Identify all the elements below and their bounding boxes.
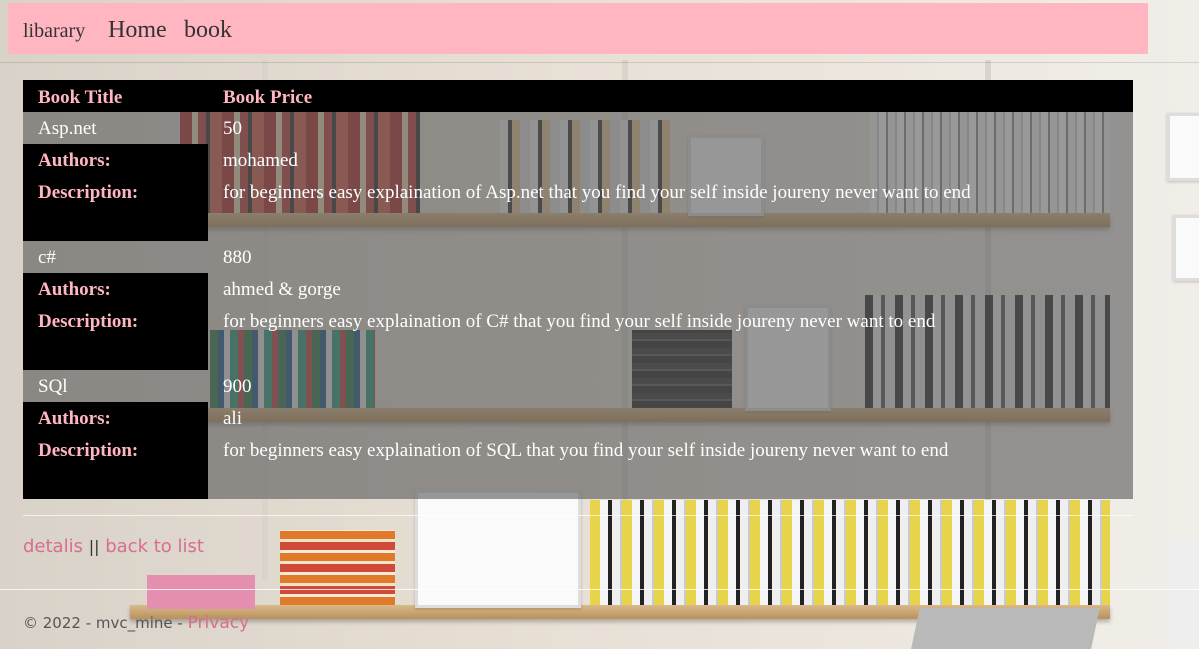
laptop — [910, 608, 1100, 649]
book-price-cell: 900 — [223, 376, 252, 397]
book-title-cell: SQl — [38, 376, 68, 397]
plant-pot — [1170, 540, 1199, 645]
authors-value: mohamed — [223, 150, 298, 171]
description-label: Description: — [38, 311, 139, 332]
divider — [23, 515, 1133, 516]
wall-frame — [1167, 113, 1199, 181]
link-separator: || — [88, 537, 100, 556]
description-label: Description: — [38, 182, 139, 203]
description-value: for beginners easy explaination of C# th… — [223, 311, 936, 332]
header-book-price: Book Price — [223, 87, 313, 108]
wall-frame — [1173, 215, 1199, 281]
description-value: for beginners easy explaination of Asp.n… — [223, 182, 971, 203]
authors-value: ahmed & gorge — [223, 279, 341, 300]
nav-book-link[interactable]: book — [184, 17, 232, 44]
brand-link[interactable]: libarary — [23, 20, 85, 43]
book-title-cell: c# — [38, 247, 56, 268]
authors-label: Authors: — [38, 150, 111, 171]
action-links: detalis || back to list — [23, 536, 204, 557]
book-table: Book Title Book Price Asp.net 50 Authors… — [23, 80, 1133, 499]
navbar: libarary Home book — [8, 3, 1148, 54]
footer: © 2022 - mvc_mine - Privacy — [23, 613, 249, 633]
privacy-link[interactable]: Privacy — [188, 613, 250, 633]
footer-divider — [0, 589, 1199, 590]
magazine-box — [147, 575, 255, 609]
authors-label: Authors: — [38, 279, 111, 300]
copyright-text: © 2022 - mvc_mine - — [23, 614, 188, 632]
divider — [0, 62, 1199, 63]
description-value: for beginners easy explaination of SQL t… — [223, 440, 949, 461]
header-book-title: Book Title — [38, 87, 123, 108]
table-header: Book Title Book Price — [23, 80, 1133, 112]
authors-value: ali — [223, 408, 242, 429]
authors-label: Authors: — [38, 408, 111, 429]
back-to-list-link[interactable]: back to list — [105, 536, 204, 557]
sketch-frame — [415, 490, 581, 608]
description-label: Description: — [38, 440, 139, 461]
book-price-cell: 50 — [223, 118, 242, 139]
book-price-cell: 880 — [223, 247, 252, 268]
books-bottom-stack — [280, 530, 395, 605]
details-link[interactable]: detalis — [23, 536, 83, 557]
nav-home-link[interactable]: Home — [108, 17, 167, 44]
book-title-cell: Asp.net — [38, 118, 97, 139]
